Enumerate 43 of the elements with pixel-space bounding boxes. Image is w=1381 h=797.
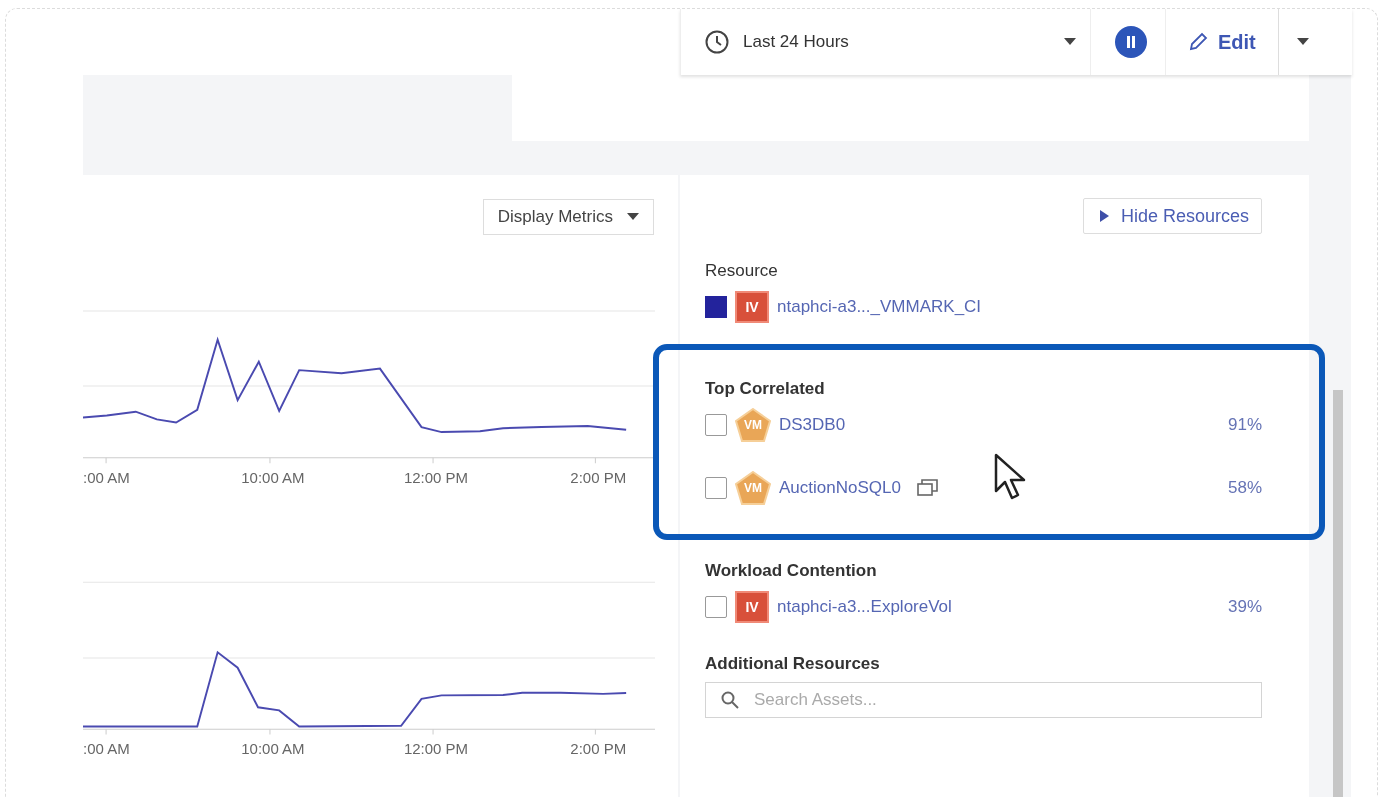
display-metrics-dropdown[interactable]: Display Metrics [482, 199, 654, 235]
axis-label: 2:00 PM [570, 740, 627, 757]
correlation-percent: 58% [1227, 478, 1262, 498]
axis-label: 12:00 PM [403, 469, 469, 486]
checkbox[interactable] [705, 414, 727, 436]
section-heading: Resource [705, 261, 779, 281]
axis-label: :00 AM [83, 469, 130, 486]
pencil-icon [1188, 32, 1208, 52]
hide-resources-button[interactable]: Hide Resources [1082, 198, 1262, 234]
scrollbar-thumb[interactable] [1333, 390, 1343, 797]
pause-icon [1126, 36, 1136, 48]
correlation-percent: 39% [1227, 597, 1262, 617]
search-field[interactable]: Search Assets... [705, 682, 1262, 718]
search-icon [721, 691, 739, 709]
play-icon [1099, 210, 1109, 222]
correlation-percent: 91% [1227, 415, 1262, 435]
checkbox[interactable] [705, 477, 727, 499]
edit-button[interactable]: Edit [1165, 9, 1279, 75]
caret-icon [1064, 38, 1076, 46]
axis-label: 10:00 AM [241, 740, 305, 757]
resource-link[interactable]: DS3DB0 [779, 415, 846, 435]
section-heading: Workload Contention [705, 561, 878, 581]
section-heading: Top Correlated [705, 379, 826, 399]
resource-link[interactable]: ntaphci-a3..._VMMARK_CI [777, 297, 982, 317]
mouse-pointer-icon [994, 453, 1028, 501]
axis-label: :00 AM [83, 740, 130, 757]
axis-label: 12:00 PM [403, 740, 469, 757]
copy-icon[interactable] [916, 479, 939, 497]
section-heading: Additional Resources [705, 654, 881, 674]
checkbox[interactable] [705, 596, 727, 618]
resource-link[interactable]: ntaphci-a3...ExploreVol [777, 597, 952, 617]
axis-label: 10:00 AM [241, 469, 305, 486]
caret-icon [1296, 38, 1309, 46]
vm-badge: VM [735, 471, 771, 505]
pause-button[interactable] [1115, 26, 1147, 58]
volume-badge: IV [735, 591, 769, 623]
time-range-dropdown[interactable]: Last 24 Hours [681, 9, 1091, 75]
clock-icon [705, 30, 729, 54]
resource-link[interactable]: AuctionNoSQL0 [779, 478, 901, 498]
axis-label: 2:00 PM [570, 469, 627, 486]
vm-badge: VM [735, 408, 771, 442]
caret-icon [627, 213, 639, 221]
volume-badge: IV [735, 291, 769, 323]
